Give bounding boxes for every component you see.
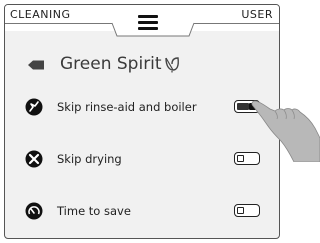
tab-cleaning[interactable]: CLEANING — [10, 8, 71, 21]
top-divider-right — [193, 23, 279, 24]
tab-user[interactable]: USER — [241, 8, 273, 21]
page-title: Green Spirit — [60, 54, 162, 74]
leaf-icon — [165, 57, 179, 73]
top-divider-left — [5, 23, 112, 24]
option-label: Time to save — [57, 204, 131, 218]
drying-icon — [25, 150, 43, 168]
option-label: Skip rinse-aid and boiler — [57, 100, 197, 114]
device-screen: CLEANING USER Green Spirit Skip rinse-ai… — [4, 4, 280, 239]
option-skip-drying: Skip drying — [5, 148, 279, 172]
pointing-hand-icon — [251, 100, 320, 162]
hamburger-menu-icon[interactable] — [135, 13, 161, 31]
back-arrow-icon[interactable] — [27, 59, 45, 71]
gauge-icon — [25, 202, 43, 220]
option-skip-rinse-aid: Skip rinse-aid and boiler — [5, 96, 279, 120]
option-label: Skip drying — [57, 152, 122, 166]
program-title-row: Green Spirit — [27, 53, 267, 77]
option-time-to-save: Time to save — [5, 200, 279, 224]
rinse-boiler-icon — [25, 98, 43, 116]
time-to-save-toggle[interactable] — [234, 204, 260, 217]
